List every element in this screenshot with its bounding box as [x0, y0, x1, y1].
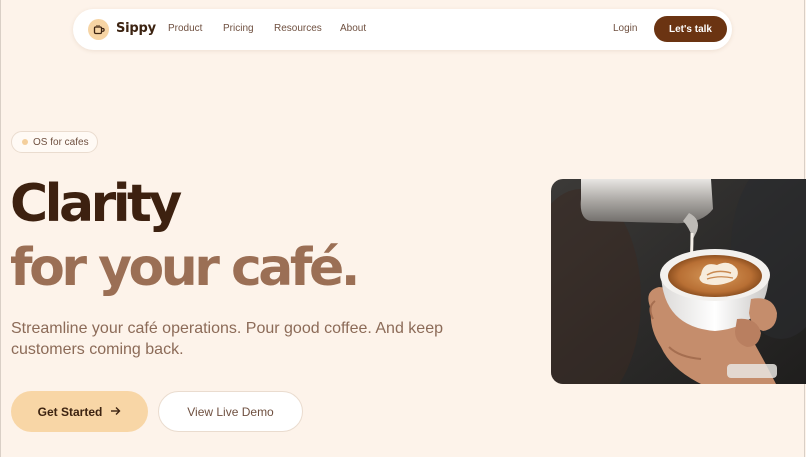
view-live-demo-button[interactable]: View Live Demo [158, 391, 303, 432]
dot-icon [22, 139, 28, 145]
login-link[interactable]: Login [613, 23, 637, 34]
nav-link-pricing[interactable]: Pricing [223, 23, 254, 34]
badge-label: OS for cafes [33, 136, 89, 148]
get-started-label: Get Started [37, 404, 103, 419]
nav-link-about[interactable]: About [340, 23, 366, 34]
hero-headline-line-1: Clarity [10, 174, 182, 234]
latte-art-pour-photo [551, 179, 806, 384]
nav-link-resources[interactable]: Resources [274, 23, 322, 34]
nav-link-product[interactable]: Product [168, 23, 202, 34]
brand-name[interactable]: Sippy [116, 21, 156, 36]
hero-subheadline: Streamline your café operations. Pour go… [11, 320, 443, 358]
get-started-button[interactable]: Get Started [11, 391, 148, 432]
hero-headline-line-2: for your café. [10, 238, 361, 298]
coffee-cup-icon[interactable] [88, 19, 109, 40]
top-navbar: Sippy Product Pricing Resources About Lo… [73, 9, 732, 50]
category-badge: OS for cafes [11, 131, 98, 153]
arrow-right-icon [110, 404, 121, 419]
lets-talk-button[interactable]: Let's talk [654, 16, 727, 42]
